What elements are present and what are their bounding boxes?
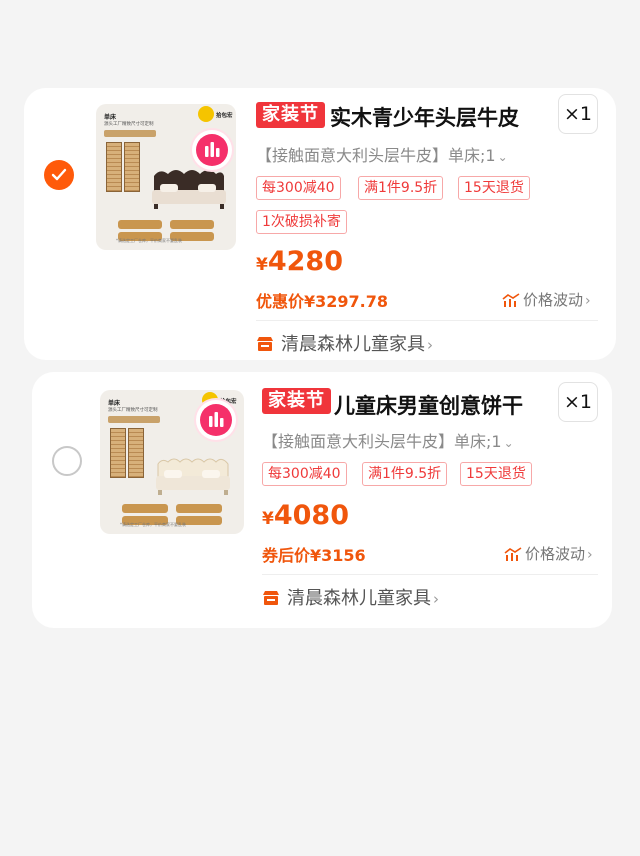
chevron-down-icon: ⌄ — [503, 436, 514, 450]
divider — [256, 320, 598, 321]
price-trend-icon — [502, 293, 520, 307]
shop-link[interactable]: 清晨森林儿童家具 › — [262, 584, 439, 610]
thumb-brand: 单床 — [108, 400, 121, 407]
price: ¥4280 — [256, 246, 343, 277]
shop-name: 清晨森林儿童家具 — [287, 588, 431, 609]
slat-frame-image — [110, 428, 144, 478]
price-trend-icon — [504, 547, 522, 561]
price-trend-link[interactable]: 价格波动 › — [504, 543, 593, 564]
coupon-tag: 每300减40 — [262, 462, 347, 486]
price-value: 4080 — [273, 500, 349, 531]
price-value: 4280 — [267, 246, 343, 277]
quantity-button[interactable]: ×1 — [558, 94, 598, 134]
price-trend-label: 价格波动 — [523, 291, 584, 309]
chevron-right-icon: › — [585, 293, 591, 309]
product-title[interactable]: 儿童床男童创意饼干 — [334, 390, 523, 420]
spec-text: 【接触面意大利头层牛皮】单床;1 — [262, 432, 502, 451]
slat-frame-image — [106, 142, 140, 192]
price-trend-label: 价格波动 — [525, 545, 586, 563]
thumb-subtitle: 源头工厂精致尺寸可定制 — [108, 408, 158, 413]
bed-image — [152, 170, 226, 209]
coupon-tag: 满1件9.5折 — [362, 462, 448, 486]
coupon-price: 券后价¥3156 — [262, 546, 366, 565]
thumb-brand: 单床 — [104, 114, 117, 121]
spec-selector[interactable]: 【接触面意大利头层牛皮】单床;1 ⌄ — [262, 428, 514, 452]
spec-text: 【接触面意大利头层牛皮】单床;1 — [256, 146, 496, 165]
product-title[interactable]: 实木青少年头层牛皮 — [330, 102, 519, 132]
bar-chart-badge-icon — [196, 400, 236, 440]
bar-chart-badge-icon — [192, 130, 232, 170]
coupon-tag: 每300减40 — [256, 176, 341, 200]
product-thumbnail[interactable]: 单床 源头工厂精致尺寸可定制 拾包宏 *请选定工厂仓库，平价商家不要乱装 — [100, 390, 244, 534]
cart-item-card: 单床 源头工厂精致尺寸可定制 拾包宏 *请选定工厂仓库，平价商家不要乱装 家装节… — [32, 372, 612, 628]
select-checkbox-unchecked[interactable] — [52, 446, 82, 476]
discount-price: 优惠价¥3297.78 — [256, 292, 389, 311]
coupon-tag: 15天退货 — [460, 462, 532, 486]
chevron-right-icon: › — [433, 590, 439, 608]
select-checkbox-checked[interactable] — [44, 160, 74, 190]
quantity-button[interactable]: ×1 — [558, 382, 598, 422]
divider — [262, 574, 598, 575]
shop-link[interactable]: 清晨森林儿童家具 › — [256, 330, 433, 356]
spec-selector[interactable]: 【接触面意大利头层牛皮】单床;1 ⌄ — [256, 142, 508, 166]
shop-icon — [262, 590, 280, 606]
thumb-footer: *请选定工厂仓库，平价商家不要乱装 — [116, 238, 182, 243]
chevron-right-icon: › — [587, 547, 593, 563]
price-trend-link[interactable]: 价格波动 › — [502, 289, 591, 310]
thumb-tag — [108, 416, 160, 423]
bed-image — [156, 458, 230, 495]
shop-icon — [256, 336, 274, 352]
promo-tag: 家装节 — [262, 388, 331, 414]
brand-logo-icon — [198, 106, 214, 122]
promo-tag: 家装节 — [256, 102, 325, 128]
currency-symbol: ¥ — [262, 509, 274, 529]
thumb-subtitle: 源头工厂精致尺寸可定制 — [104, 122, 154, 127]
chevron-down-icon: ⌄ — [497, 150, 508, 164]
shop-name: 清晨森林儿童家具 — [281, 334, 425, 355]
price: ¥4080 — [262, 500, 349, 531]
coupon-tag: 满1件9.5折 — [358, 176, 444, 200]
coupon-tag: 1次破损补寄 — [256, 210, 347, 234]
cart-item-card: 单床 源头工厂精致尺寸可定制 拾包宏 *请选定工厂仓库，平价商家不要乱装 家装节… — [24, 88, 616, 360]
chevron-right-icon: › — [427, 336, 433, 354]
thumb-brand-badge: 拾包宏 — [216, 113, 233, 119]
currency-symbol: ¥ — [256, 255, 268, 275]
coupon-tag: 15天退货 — [458, 176, 530, 200]
thumb-tag — [104, 130, 156, 137]
thumb-footer: *请选定工厂仓库，平价商家不要乱装 — [120, 522, 186, 527]
product-thumbnail[interactable]: 单床 源头工厂精致尺寸可定制 拾包宏 *请选定工厂仓库，平价商家不要乱装 — [96, 104, 236, 250]
checkmark-icon — [51, 168, 67, 181]
